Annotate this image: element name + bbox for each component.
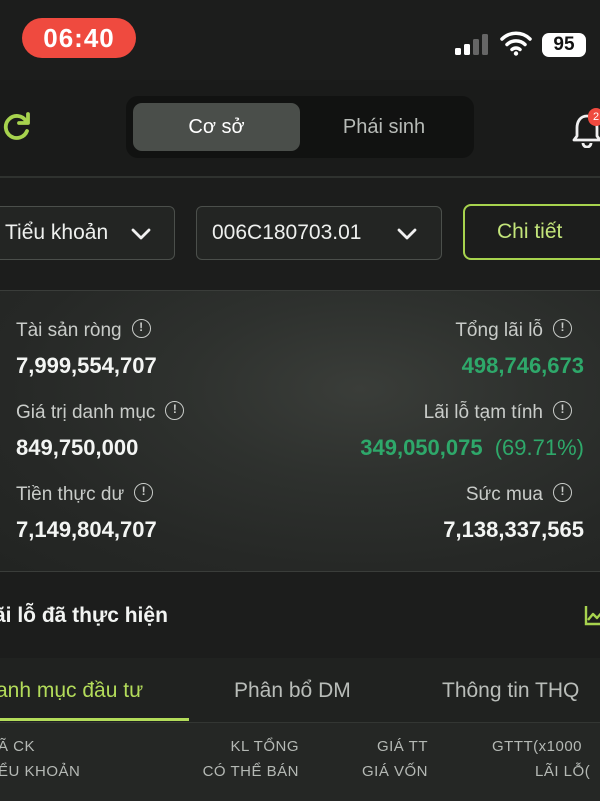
chevron-down-icon: [131, 228, 151, 240]
actual-cash-value: 7,149,804,707: [16, 517, 157, 542]
portfolio-value-value: 849,750,000: [16, 435, 139, 460]
account-number-value: 006C180703.01: [212, 221, 362, 244]
info-icon[interactable]: !: [131, 319, 151, 339]
total-pnl-label: Tổng lãi lỗ!: [455, 319, 572, 342]
portfolio-value-label: Giá trị danh mục!: [16, 401, 185, 424]
col-sellable-qty-header: CÓ THỂ BÁN: [202, 763, 299, 780]
col-total-qty-header: KL TỔNG: [230, 738, 299, 755]
cellular-signal-icon: [455, 33, 489, 55]
tab-co-so[interactable]: Cơ sở: [133, 103, 300, 151]
net-assets-value: 7,999,554,707: [16, 353, 157, 378]
col-ticker-header: Ã CK: [0, 738, 36, 755]
account-type-select[interactable]: Tiểu khoản: [0, 206, 175, 260]
realized-pnl-title: ãi lỗ đã thực hiện: [0, 604, 168, 627]
purchasing-power-label: Sức mua!: [466, 483, 572, 506]
notification-badge: 2: [588, 108, 600, 126]
col-subaccount-header: ỂU KHOẢN: [0, 763, 81, 780]
col-market-value-header: GTTT(x1000: [492, 738, 583, 755]
chevron-down-icon: [397, 228, 417, 240]
info-icon[interactable]: !: [553, 319, 572, 339]
tab-phai-sinh[interactable]: Phái sinh: [300, 103, 468, 151]
tab-portfolio[interactable]: anh mục đầu tư: [0, 679, 143, 703]
col-market-price-header: GIÁ TT: [376, 738, 428, 755]
info-icon[interactable]: !: [165, 401, 185, 421]
battery-indicator: 95: [542, 33, 586, 57]
account-type-value: Tiểu khoản: [5, 221, 109, 244]
detail-button[interactable]: Chi tiết: [463, 204, 600, 260]
status-time: 06:40: [22, 18, 136, 58]
provisional-pnl-percent: (69.71%): [494, 435, 584, 460]
header-divider: [0, 176, 600, 178]
wifi-icon: [500, 31, 532, 56]
total-pnl-value: 498,746,673: [461, 353, 584, 378]
line-chart-icon[interactable]: [584, 604, 600, 626]
tab-rights-info[interactable]: Thông tin THQ: [442, 679, 579, 703]
tab-allocation[interactable]: Phân bổ DM: [234, 679, 351, 703]
refresh-icon[interactable]: [0, 110, 34, 144]
info-icon[interactable]: !: [134, 483, 154, 503]
provisional-pnl-label: Lãi lỗ tạm tính!: [424, 401, 572, 424]
net-assets-label: Tài sản ròng!: [16, 319, 151, 342]
actual-cash-label: Tiền thực dư!: [16, 483, 154, 506]
col-cost-price-header: GIÁ VỐN: [361, 763, 428, 780]
table-header: [0, 722, 600, 801]
info-icon[interactable]: !: [553, 401, 572, 421]
active-tab-indicator: [0, 718, 189, 721]
purchasing-power-value: 7,138,337,565: [443, 517, 584, 542]
info-icon[interactable]: !: [553, 483, 572, 503]
account-number-select[interactable]: 006C180703.01: [196, 206, 442, 260]
market-segment-control: Cơ sở Phái sinh: [126, 96, 474, 158]
provisional-pnl-value: 349,050,075 (69.71%): [360, 435, 584, 460]
col-pnl-header: LÃI LỖ(: [535, 763, 591, 780]
